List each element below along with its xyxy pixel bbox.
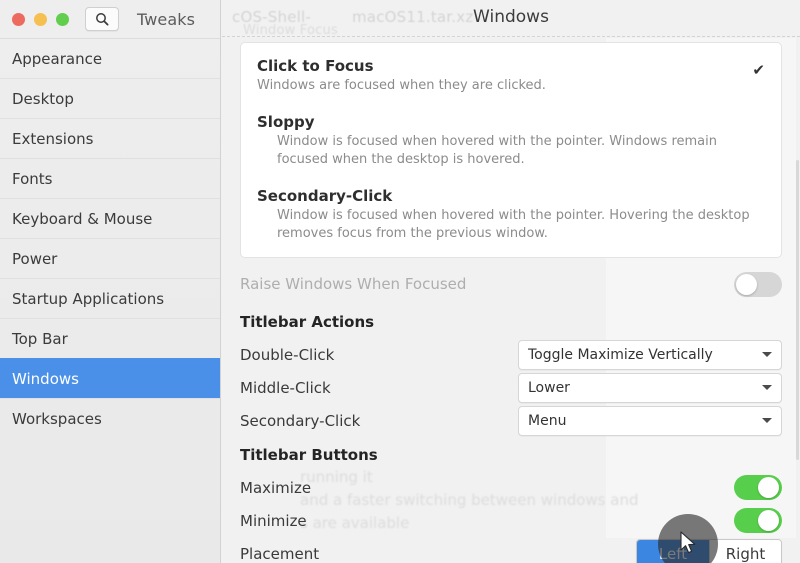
- titlebar-buttons-heading: Titlebar Buttons: [240, 446, 378, 464]
- app-title: Tweaks: [137, 9, 196, 29]
- page-title: Windows: [473, 7, 549, 27]
- toggle-knob: [736, 273, 757, 295]
- focus-option-title: Click to Focus: [257, 57, 374, 75]
- sidebar-item-label: Top Bar: [12, 329, 68, 348]
- raise-windows-row: Raise Windows When Focused: [240, 264, 782, 304]
- focus-option-description: Windows are focused when they are clicke…: [257, 78, 546, 93]
- window-focus-card: Click to Focus Windows are focused when …: [240, 42, 782, 258]
- sidebar-item-desktop[interactable]: Desktop: [0, 78, 220, 118]
- header-divider: [222, 36, 800, 37]
- chevron-down-icon: [762, 418, 772, 423]
- chevron-down-icon: [762, 352, 772, 357]
- sidebar-item-appearance[interactable]: Appearance: [0, 38, 220, 78]
- secondary-click-row: Secondary-Click Menu: [240, 404, 782, 437]
- minimize-label: Minimize: [240, 511, 307, 530]
- check-icon: ✔: [752, 61, 765, 79]
- middle-click-label: Middle-Click: [240, 378, 331, 397]
- placement-label: Placement: [240, 544, 320, 563]
- toggle-knob: [758, 477, 779, 498]
- placement-segmented-control: Left Right: [636, 538, 782, 563]
- vertical-scrollbar[interactable]: [796, 160, 799, 460]
- double-click-row: Double-Click Toggle Maximize Vertically: [240, 338, 782, 371]
- titlebar-actions-heading: Titlebar Actions: [240, 313, 375, 331]
- double-click-dropdown[interactable]: Toggle Maximize Vertically: [518, 339, 782, 370]
- middle-click-row: Middle-Click Lower: [240, 371, 782, 404]
- sidebar-nav: Appearance Desktop Extensions Fonts Keyb…: [0, 38, 220, 438]
- sidebar-item-label: Extensions: [12, 129, 94, 148]
- maximize-toggle[interactable]: [734, 475, 782, 500]
- content-pane: Windows Click to Focus Windows are focus…: [222, 0, 800, 563]
- close-button-icon[interactable]: [12, 12, 25, 26]
- dropdown-value: Toggle Maximize Vertically: [528, 346, 713, 363]
- dropdown-value: Menu: [528, 412, 567, 429]
- sidebar-item-label: Workspaces: [12, 409, 102, 428]
- search-button[interactable]: [85, 7, 119, 31]
- toggle-knob: [758, 510, 779, 531]
- sidebar: Tweaks Appearance Desktop Extensions Fon…: [0, 0, 221, 563]
- minimize-button-icon[interactable]: [34, 12, 47, 26]
- sidebar-item-top-bar[interactable]: Top Bar: [0, 318, 220, 358]
- sidebar-item-power[interactable]: Power: [0, 238, 220, 278]
- middle-click-dropdown[interactable]: Lower: [518, 372, 782, 403]
- maximize-row: Maximize: [240, 471, 782, 504]
- sidebar-item-label: Power: [12, 249, 58, 268]
- double-click-combo-cell: Toggle Maximize Vertically: [518, 339, 782, 370]
- sidebar-item-label: Keyboard & Mouse: [12, 209, 153, 228]
- window-titlebar: Tweaks: [0, 0, 220, 38]
- sidebar-item-windows[interactable]: Windows: [0, 358, 220, 398]
- sidebar-item-fonts[interactable]: Fonts: [0, 158, 220, 198]
- minimize-row: Minimize: [240, 504, 782, 537]
- secondary-click-label: Secondary-Click: [240, 411, 361, 430]
- middle-click-combo-cell: Lower: [518, 372, 782, 403]
- search-icon: [95, 12, 109, 26]
- sidebar-item-label: Fonts: [12, 169, 53, 188]
- focus-option-secondary-click[interactable]: Secondary-Click Window is focused when h…: [257, 187, 765, 243]
- chevron-down-icon: [762, 385, 772, 390]
- focus-option-title: Sloppy: [257, 113, 315, 131]
- focus-option-description: Window is focused when hovered with the …: [277, 134, 717, 167]
- minimize-toggle[interactable]: [734, 508, 782, 533]
- sidebar-item-startup-applications[interactable]: Startup Applications: [0, 278, 220, 318]
- placement-option-left[interactable]: Left: [637, 539, 709, 563]
- sidebar-item-label: Startup Applications: [12, 289, 165, 308]
- focus-option-description: Window is focused when hovered with the …: [277, 208, 750, 241]
- double-click-label: Double-Click: [240, 345, 335, 364]
- maximize-button-icon[interactable]: [56, 12, 69, 26]
- focus-option-title: Secondary-Click: [257, 187, 393, 205]
- focus-option-sloppy[interactable]: Sloppy Window is focused when hovered wi…: [257, 113, 765, 169]
- window-controls: [12, 12, 69, 26]
- dropdown-value: Lower: [528, 379, 570, 396]
- raise-windows-toggle[interactable]: [734, 271, 782, 297]
- sidebar-item-workspaces[interactable]: Workspaces: [0, 398, 220, 438]
- maximize-label: Maximize: [240, 478, 312, 497]
- secondary-click-combo-cell: Menu: [518, 405, 782, 436]
- secondary-click-dropdown[interactable]: Menu: [518, 405, 782, 436]
- content-header: Windows: [222, 0, 800, 38]
- tweaks-window: cOS-Shell- macOS11.tar.xz Window Focus r…: [0, 0, 800, 563]
- content-body: Click to Focus Windows are focused when …: [222, 42, 800, 563]
- sidebar-item-keyboard-mouse[interactable]: Keyboard & Mouse: [0, 198, 220, 238]
- sidebar-item-extensions[interactable]: Extensions: [0, 118, 220, 158]
- sidebar-item-label: Windows: [12, 369, 79, 388]
- sidebar-item-label: Appearance: [12, 49, 103, 68]
- placement-row: Placement Left Right: [240, 537, 782, 563]
- focus-option-click-to-focus[interactable]: Click to Focus Windows are focused when …: [257, 57, 765, 95]
- sidebar-item-label: Desktop: [12, 89, 74, 108]
- raise-windows-label: Raise Windows When Focused: [240, 275, 467, 293]
- placement-option-right[interactable]: Right: [709, 539, 781, 563]
